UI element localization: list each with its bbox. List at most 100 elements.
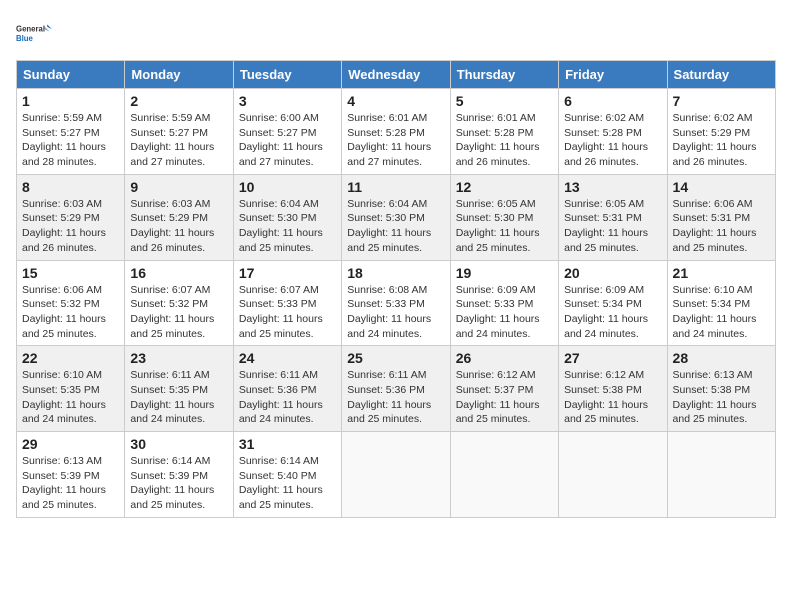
calendar-cell: 31 Sunrise: 6:14 AMSunset: 5:40 PMDaylig… <box>233 432 341 518</box>
calendar-cell: 25 Sunrise: 6:11 AMSunset: 5:36 PMDaylig… <box>342 346 450 432</box>
day-info: Sunrise: 6:06 AMSunset: 5:31 PMDaylight:… <box>673 198 757 254</box>
calendar-cell: 4 Sunrise: 6:01 AMSunset: 5:28 PMDayligh… <box>342 89 450 175</box>
calendar-cell: 28 Sunrise: 6:13 AMSunset: 5:38 PMDaylig… <box>667 346 775 432</box>
calendar-cell: 24 Sunrise: 6:11 AMSunset: 5:36 PMDaylig… <box>233 346 341 432</box>
calendar-cell: 16 Sunrise: 6:07 AMSunset: 5:32 PMDaylig… <box>125 260 233 346</box>
day-number: 3 <box>239 93 336 109</box>
calendar-cell: 2 Sunrise: 5:59 AMSunset: 5:27 PMDayligh… <box>125 89 233 175</box>
day-number: 29 <box>22 436 119 452</box>
day-number: 24 <box>239 350 336 366</box>
day-number: 18 <box>347 265 444 281</box>
day-info: Sunrise: 6:11 AMSunset: 5:36 PMDaylight:… <box>347 369 431 425</box>
day-number: 26 <box>456 350 553 366</box>
calendar-cell: 11 Sunrise: 6:04 AMSunset: 5:30 PMDaylig… <box>342 174 450 260</box>
calendar-cell: 9 Sunrise: 6:03 AMSunset: 5:29 PMDayligh… <box>125 174 233 260</box>
day-number: 8 <box>22 179 119 195</box>
calendar-cell: 30 Sunrise: 6:14 AMSunset: 5:39 PMDaylig… <box>125 432 233 518</box>
day-number: 16 <box>130 265 227 281</box>
day-info: Sunrise: 6:11 AMSunset: 5:36 PMDaylight:… <box>239 369 323 425</box>
calendar-cell: 1 Sunrise: 5:59 AMSunset: 5:27 PMDayligh… <box>17 89 125 175</box>
day-number: 17 <box>239 265 336 281</box>
day-number: 22 <box>22 350 119 366</box>
day-info: Sunrise: 6:13 AMSunset: 5:38 PMDaylight:… <box>673 369 757 425</box>
day-number: 13 <box>564 179 661 195</box>
day-info: Sunrise: 6:03 AMSunset: 5:29 PMDaylight:… <box>22 198 106 254</box>
day-header-sunday: Sunday <box>17 61 125 89</box>
calendar-cell: 20 Sunrise: 6:09 AMSunset: 5:34 PMDaylig… <box>559 260 667 346</box>
day-info: Sunrise: 6:13 AMSunset: 5:39 PMDaylight:… <box>22 455 106 511</box>
day-number: 23 <box>130 350 227 366</box>
day-number: 9 <box>130 179 227 195</box>
day-number: 21 <box>673 265 770 281</box>
day-info: Sunrise: 6:11 AMSunset: 5:35 PMDaylight:… <box>130 369 214 425</box>
calendar-cell: 5 Sunrise: 6:01 AMSunset: 5:28 PMDayligh… <box>450 89 558 175</box>
day-info: Sunrise: 6:12 AMSunset: 5:38 PMDaylight:… <box>564 369 648 425</box>
day-header-wednesday: Wednesday <box>342 61 450 89</box>
calendar-cell: 12 Sunrise: 6:05 AMSunset: 5:30 PMDaylig… <box>450 174 558 260</box>
day-info: Sunrise: 6:07 AMSunset: 5:33 PMDaylight:… <box>239 284 323 340</box>
day-number: 27 <box>564 350 661 366</box>
day-info: Sunrise: 6:02 AMSunset: 5:28 PMDaylight:… <box>564 112 648 168</box>
day-number: 4 <box>347 93 444 109</box>
calendar-cell: 29 Sunrise: 6:13 AMSunset: 5:39 PMDaylig… <box>17 432 125 518</box>
calendar-cell: 3 Sunrise: 6:00 AMSunset: 5:27 PMDayligh… <box>233 89 341 175</box>
day-info: Sunrise: 6:14 AMSunset: 5:40 PMDaylight:… <box>239 455 323 511</box>
day-info: Sunrise: 6:02 AMSunset: 5:29 PMDaylight:… <box>673 112 757 168</box>
header: General Blue <box>16 16 776 52</box>
calendar-cell: 15 Sunrise: 6:06 AMSunset: 5:32 PMDaylig… <box>17 260 125 346</box>
calendar-cell: 10 Sunrise: 6:04 AMSunset: 5:30 PMDaylig… <box>233 174 341 260</box>
day-info: Sunrise: 6:04 AMSunset: 5:30 PMDaylight:… <box>239 198 323 254</box>
day-info: Sunrise: 6:01 AMSunset: 5:28 PMDaylight:… <box>347 112 431 168</box>
day-info: Sunrise: 6:14 AMSunset: 5:39 PMDaylight:… <box>130 455 214 511</box>
calendar-cell: 19 Sunrise: 6:09 AMSunset: 5:33 PMDaylig… <box>450 260 558 346</box>
day-info: Sunrise: 6:09 AMSunset: 5:34 PMDaylight:… <box>564 284 648 340</box>
day-number: 15 <box>22 265 119 281</box>
day-header-thursday: Thursday <box>450 61 558 89</box>
calendar-cell: 27 Sunrise: 6:12 AMSunset: 5:38 PMDaylig… <box>559 346 667 432</box>
calendar-cell: 22 Sunrise: 6:10 AMSunset: 5:35 PMDaylig… <box>17 346 125 432</box>
logo-svg: General Blue <box>16 16 52 52</box>
day-info: Sunrise: 6:05 AMSunset: 5:30 PMDaylight:… <box>456 198 540 254</box>
day-info: Sunrise: 6:10 AMSunset: 5:34 PMDaylight:… <box>673 284 757 340</box>
day-number: 2 <box>130 93 227 109</box>
day-number: 31 <box>239 436 336 452</box>
calendar-cell: 14 Sunrise: 6:06 AMSunset: 5:31 PMDaylig… <box>667 174 775 260</box>
day-number: 14 <box>673 179 770 195</box>
calendar-cell: 13 Sunrise: 6:05 AMSunset: 5:31 PMDaylig… <box>559 174 667 260</box>
day-header-saturday: Saturday <box>667 61 775 89</box>
day-number: 12 <box>456 179 553 195</box>
day-number: 7 <box>673 93 770 109</box>
calendar-cell: 8 Sunrise: 6:03 AMSunset: 5:29 PMDayligh… <box>17 174 125 260</box>
day-info: Sunrise: 6:10 AMSunset: 5:35 PMDaylight:… <box>22 369 106 425</box>
day-number: 20 <box>564 265 661 281</box>
day-info: Sunrise: 6:06 AMSunset: 5:32 PMDaylight:… <box>22 284 106 340</box>
day-info: Sunrise: 6:04 AMSunset: 5:30 PMDaylight:… <box>347 198 431 254</box>
calendar-cell: 23 Sunrise: 6:11 AMSunset: 5:35 PMDaylig… <box>125 346 233 432</box>
day-number: 1 <box>22 93 119 109</box>
day-number: 5 <box>456 93 553 109</box>
calendar-cell <box>342 432 450 518</box>
day-info: Sunrise: 6:00 AMSunset: 5:27 PMDaylight:… <box>239 112 323 168</box>
calendar-table: SundayMondayTuesdayWednesdayThursdayFrid… <box>16 60 776 518</box>
calendar-cell: 21 Sunrise: 6:10 AMSunset: 5:34 PMDaylig… <box>667 260 775 346</box>
day-number: 19 <box>456 265 553 281</box>
day-info: Sunrise: 6:09 AMSunset: 5:33 PMDaylight:… <box>456 284 540 340</box>
day-number: 30 <box>130 436 227 452</box>
day-info: Sunrise: 6:05 AMSunset: 5:31 PMDaylight:… <box>564 198 648 254</box>
day-info: Sunrise: 5:59 AMSunset: 5:27 PMDaylight:… <box>22 112 106 168</box>
day-header-friday: Friday <box>559 61 667 89</box>
day-number: 11 <box>347 179 444 195</box>
day-header-tuesday: Tuesday <box>233 61 341 89</box>
day-info: Sunrise: 6:08 AMSunset: 5:33 PMDaylight:… <box>347 284 431 340</box>
svg-text:General: General <box>16 25 45 34</box>
calendar-cell: 17 Sunrise: 6:07 AMSunset: 5:33 PMDaylig… <box>233 260 341 346</box>
calendar-cell: 18 Sunrise: 6:08 AMSunset: 5:33 PMDaylig… <box>342 260 450 346</box>
day-header-monday: Monday <box>125 61 233 89</box>
calendar-cell: 7 Sunrise: 6:02 AMSunset: 5:29 PMDayligh… <box>667 89 775 175</box>
day-number: 10 <box>239 179 336 195</box>
day-number: 28 <box>673 350 770 366</box>
day-info: Sunrise: 6:12 AMSunset: 5:37 PMDaylight:… <box>456 369 540 425</box>
calendar-cell <box>450 432 558 518</box>
day-info: Sunrise: 6:07 AMSunset: 5:32 PMDaylight:… <box>130 284 214 340</box>
day-info: Sunrise: 5:59 AMSunset: 5:27 PMDaylight:… <box>130 112 214 168</box>
